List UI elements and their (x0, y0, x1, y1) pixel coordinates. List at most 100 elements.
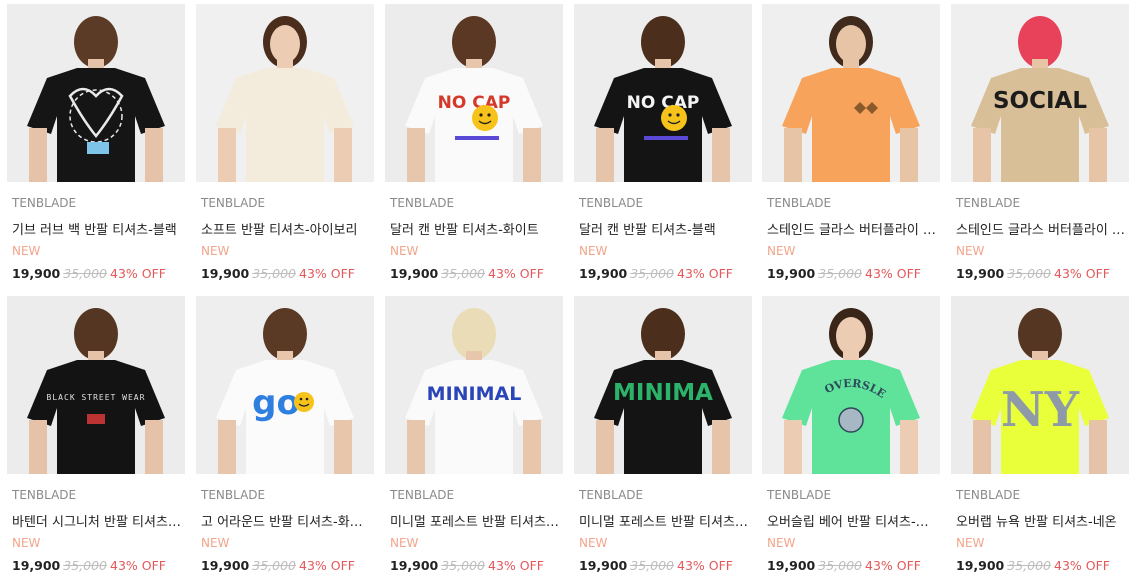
sale-price: 19,900 (201, 558, 250, 573)
price-row: 19,900 35,000 43% OFF (201, 558, 355, 573)
original-price: 35,000 (1007, 266, 1051, 281)
new-badge: NEW (201, 536, 230, 550)
product-brand: TENBLADE (201, 488, 266, 502)
product-name-link[interactable]: 스테인드 글라스 버터플라이 반팔 티셔츠-베이지 (956, 219, 1128, 238)
product-brand: TENBLADE (201, 196, 266, 210)
price-row: 19,900 35,000 43% OFF (390, 558, 544, 573)
product-brand: TENBLADE (767, 196, 832, 210)
product-image[interactable]: OVERSLEEP (762, 296, 940, 474)
original-price: 35,000 (63, 266, 107, 281)
discount-rate: 43% OFF (488, 558, 544, 573)
product-name-link[interactable]: 고 어라운드 반팔 티셔츠-화이트 (201, 511, 373, 530)
sale-price: 19,900 (12, 266, 61, 281)
product-name-link[interactable]: 미니멀 포레스트 반팔 티셔츠-화이트 (390, 511, 562, 530)
discount-rate: 43% OFF (488, 266, 544, 281)
product-image[interactable]: NO CAP (385, 4, 563, 182)
product-image[interactable]: MINIMAL (385, 296, 563, 474)
price-row: 19,900 35,000 43% OFF (390, 266, 544, 281)
new-badge: NEW (390, 244, 419, 258)
original-price: 35,000 (818, 558, 862, 573)
price-row: 19,900 35,000 43% OFF (767, 266, 921, 281)
price-row: 19,900 35,000 43% OFF (201, 266, 355, 281)
price-row: 19,900 35,000 43% OFF (12, 266, 166, 281)
sale-price: 19,900 (12, 558, 61, 573)
product-name-link[interactable]: 달러 캔 반팔 티셔츠-블랙 (579, 219, 751, 238)
product-name-link[interactable]: 오버랩 뉴욕 반팔 티셔츠-네온 (956, 511, 1128, 530)
product-image[interactable]: go (196, 296, 374, 474)
new-badge: NEW (956, 244, 985, 258)
new-badge: NEW (579, 244, 608, 258)
new-badge: NEW (12, 536, 41, 550)
product-name-link[interactable]: 기브 러브 백 반팔 티셔츠-블랙 (12, 219, 184, 238)
product-brand: TENBLADE (956, 488, 1021, 502)
svg-text:MINIMAL: MINIMAL (427, 383, 522, 405)
new-badge: NEW (390, 536, 419, 550)
new-badge: NEW (956, 536, 985, 550)
discount-rate: 43% OFF (677, 266, 733, 281)
product-brand: TENBLADE (956, 196, 1021, 210)
svg-text:BLACK STREET WEAR: BLACK STREET WEAR (47, 393, 146, 402)
discount-rate: 43% OFF (299, 266, 355, 281)
price-row: 19,900 35,000 43% OFF (579, 558, 733, 573)
svg-text:NO CAP: NO CAP (438, 93, 511, 113)
product-image[interactable]: BLACK STREET WEAR (7, 296, 185, 474)
price-row: 19,900 35,000 43% OFF (12, 558, 166, 573)
original-price: 35,000 (252, 266, 296, 281)
new-badge: NEW (767, 536, 796, 550)
product-brand: TENBLADE (390, 488, 455, 502)
new-badge: NEW (201, 244, 230, 258)
discount-rate: 43% OFF (299, 558, 355, 573)
new-badge: NEW (12, 244, 41, 258)
product-name-link[interactable]: 달러 캔 반팔 티셔츠-화이트 (390, 219, 562, 238)
sale-price: 19,900 (767, 558, 816, 573)
product-brand: TENBLADE (579, 196, 644, 210)
product-image[interactable] (762, 4, 940, 182)
product-name-link[interactable]: 미니멀 포레스트 반팔 티셔츠-블랙 (579, 511, 751, 530)
product-image[interactable]: NY (951, 296, 1129, 474)
sale-price: 19,900 (767, 266, 816, 281)
price-row: 19,900 35,000 43% OFF (579, 266, 733, 281)
price-row: 19,900 35,000 43% OFF (956, 266, 1110, 281)
product-image[interactable] (196, 4, 374, 182)
new-badge: NEW (579, 536, 608, 550)
price-row: 19,900 35,000 43% OFF (767, 558, 921, 573)
discount-rate: 43% OFF (1054, 266, 1110, 281)
sale-price: 19,900 (390, 558, 439, 573)
discount-rate: 43% OFF (865, 266, 921, 281)
product-image[interactable]: SOCIAL (951, 4, 1129, 182)
svg-text:MINIMA: MINIMA (613, 380, 713, 406)
product-name-link[interactable]: 오버슬립 베어 반팔 티셔츠-민트 (767, 511, 939, 530)
svg-text:go: go (252, 383, 300, 423)
svg-text:NY: NY (1001, 382, 1080, 438)
discount-rate: 43% OFF (677, 558, 733, 573)
product-brand: TENBLADE (767, 488, 832, 502)
product-name-link[interactable]: 바텐더 시그니처 반팔 티셔츠-블랙 (12, 511, 184, 530)
product-brand: TENBLADE (12, 488, 77, 502)
product-brand: TENBLADE (390, 196, 455, 210)
discount-rate: 43% OFF (110, 558, 166, 573)
original-price: 35,000 (63, 558, 107, 573)
discount-rate: 43% OFF (110, 266, 166, 281)
product-image[interactable]: MINIMA (574, 296, 752, 474)
new-badge: NEW (767, 244, 796, 258)
sale-price: 19,900 (956, 558, 1005, 573)
product-brand: TENBLADE (12, 196, 77, 210)
sale-price: 19,900 (956, 266, 1005, 281)
sale-price: 19,900 (579, 558, 628, 573)
product-image[interactable] (7, 4, 185, 182)
product-name-link[interactable]: 스테인드 글라스 버터플라이 반팔 티셔츠-오렌지 (767, 219, 939, 238)
sale-price: 19,900 (201, 266, 250, 281)
sale-price: 19,900 (390, 266, 439, 281)
product-brand: TENBLADE (579, 488, 644, 502)
discount-rate: 43% OFF (1054, 558, 1110, 573)
discount-rate: 43% OFF (865, 558, 921, 573)
svg-text:SOCIAL: SOCIAL (993, 88, 1087, 114)
original-price: 35,000 (441, 558, 485, 573)
product-name-link[interactable]: 소프트 반팔 티셔츠-아이보리 (201, 219, 373, 238)
original-price: 35,000 (818, 266, 862, 281)
product-grid: TENBLADE 기브 러브 백 반팔 티셔츠-블랙 NEW 19,900 35,000… (0, 0, 1134, 586)
product-image[interactable]: NO CAP (574, 4, 752, 182)
original-price: 35,000 (630, 266, 674, 281)
original-price: 35,000 (441, 266, 485, 281)
svg-text:NO CAP: NO CAP (627, 93, 700, 113)
